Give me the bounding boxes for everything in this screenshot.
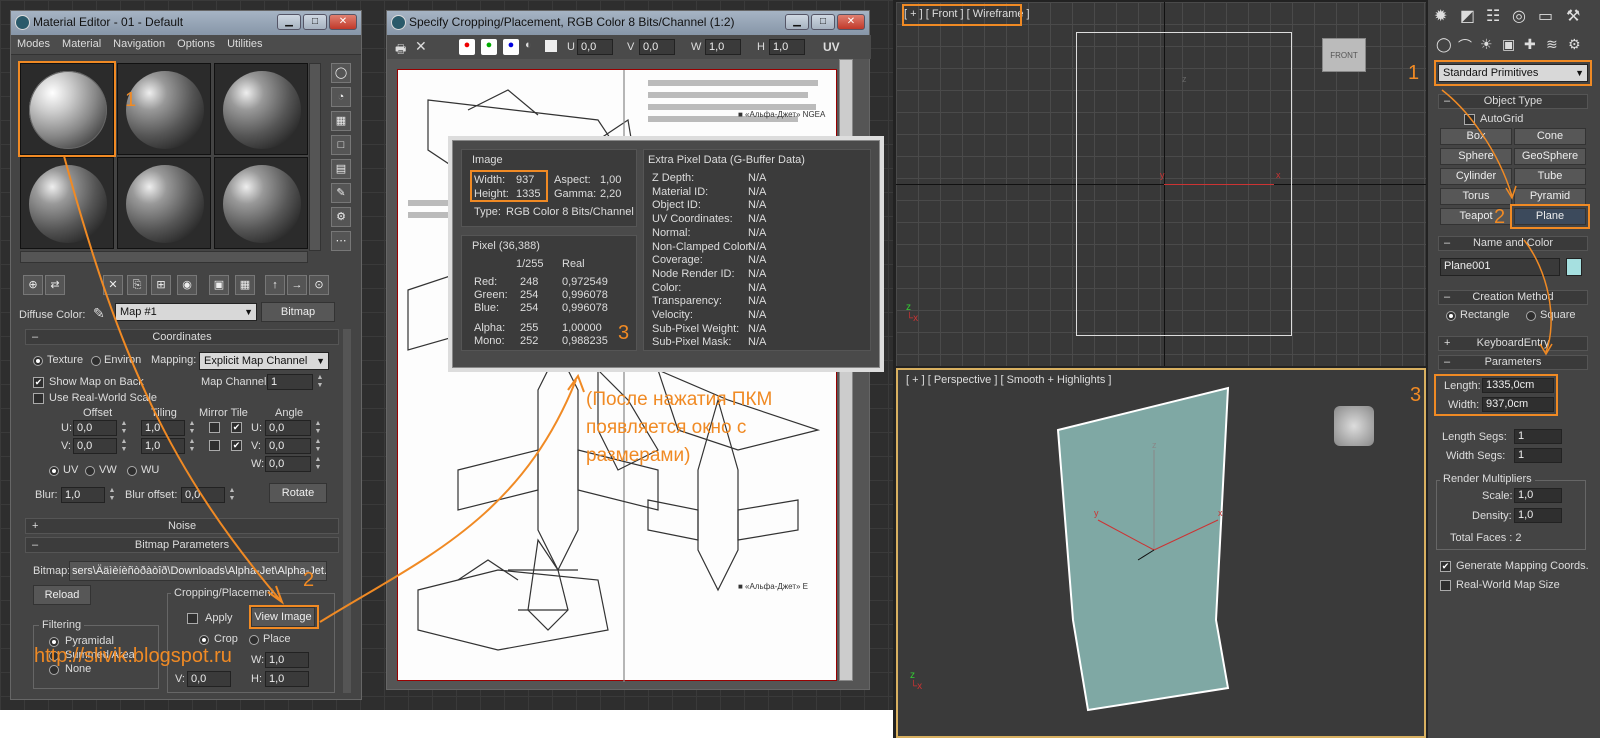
annotation-cmd-3: 3 bbox=[1410, 384, 1422, 406]
svg-text:z: z bbox=[1152, 440, 1157, 450]
scale-field[interactable]: 1,0 bbox=[1514, 488, 1562, 503]
highlight-front-label bbox=[902, 4, 1022, 26]
width-segs-label: Width Segs: bbox=[1446, 450, 1506, 462]
real-world-map-label: Real-World Map Size bbox=[1456, 579, 1560, 591]
svg-text:x: x bbox=[1218, 508, 1223, 518]
density-field[interactable]: 1,0 bbox=[1514, 508, 1562, 523]
viewcube-front[interactable]: FRONT bbox=[1322, 38, 1366, 72]
density-label: Density: bbox=[1472, 510, 1512, 522]
gen-mapping-checkbox[interactable]: ✔ bbox=[1440, 561, 1451, 572]
persp-axis-tripod: z └x bbox=[910, 670, 923, 692]
cmd-annotation-arrows bbox=[1441, 89, 1553, 356]
total-faces: Total Faces : 2 bbox=[1450, 532, 1522, 544]
render-mult-title: Render Multipliers bbox=[1440, 473, 1535, 485]
length-segs-label: Length Segs: bbox=[1442, 431, 1507, 443]
svg-text:y: y bbox=[1094, 508, 1099, 518]
front-pivot-x bbox=[1164, 184, 1274, 185]
front-pivot-x-label: x bbox=[1276, 170, 1281, 180]
front-viewport[interactable]: x y z [ + ] [ Front ] [ Wireframe ] FRON… bbox=[896, 2, 1426, 366]
width-segs-field[interactable]: 1 bbox=[1514, 448, 1562, 463]
viewcube-persp[interactable] bbox=[1334, 406, 1374, 446]
annotation-arrows bbox=[63, 155, 585, 623]
annotation-cmd-1: 1 bbox=[1408, 62, 1420, 84]
front-pivot-y-label: y bbox=[1160, 170, 1165, 180]
front-pivot-z-label: z bbox=[1182, 74, 1187, 84]
command-panel: ✹ ◩ ☷ ◎ ▭ ⚒ ◯ ⌒ ☀ ▣ ✚ ≋ ⚙ Standard Primi… bbox=[1408, 0, 1600, 738]
front-axis-tripod: z └x bbox=[906, 302, 919, 324]
bottom-strip bbox=[0, 710, 893, 738]
real-world-map-checkbox[interactable] bbox=[1440, 580, 1451, 591]
scale-label: Scale: bbox=[1482, 490, 1513, 502]
perspective-viewport[interactable]: [ + ] [ Perspective ] [ Smooth + Highlig… bbox=[896, 368, 1426, 738]
gen-mapping-label: Generate Mapping Coords. bbox=[1456, 560, 1589, 572]
length-segs-field[interactable]: 1 bbox=[1514, 429, 1562, 444]
